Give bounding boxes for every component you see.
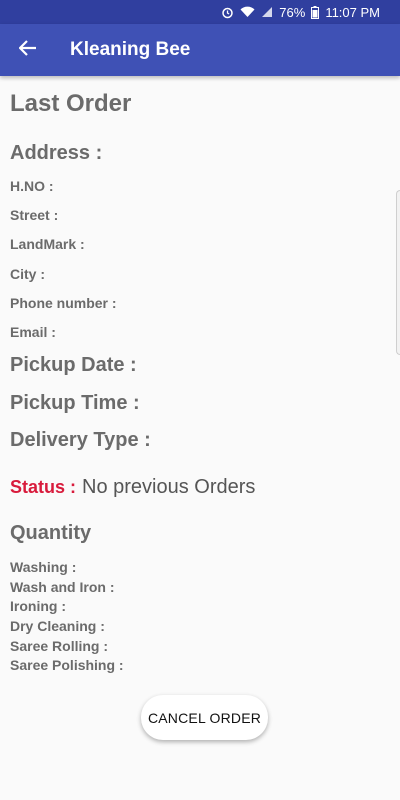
app-bar: Kleaning Bee: [0, 24, 400, 76]
signal-icon: [261, 6, 273, 18]
cancel-order-button[interactable]: CANCEL ORDER: [141, 695, 268, 740]
dry-cleaning-label: Dry Cleaning :: [10, 618, 105, 634]
wash-iron-label: Wash and Iron :: [10, 579, 115, 595]
app-title: Kleaning Bee: [70, 39, 191, 60]
delivery-type-label: Delivery Type :: [10, 429, 151, 451]
city-label: City :: [10, 266, 45, 282]
saree-rolling-label: Saree Rolling :: [10, 638, 109, 654]
street-label: Street :: [10, 207, 59, 223]
status-value: No previous Orders: [82, 476, 256, 498]
page-title: Last Order: [10, 90, 132, 117]
quantity-heading: Quantity: [10, 522, 92, 544]
status-bar: 76% 11:07 PM: [0, 0, 400, 24]
status-label: Status :: [10, 477, 77, 497]
hno-label: H.NO :: [10, 178, 54, 194]
ironing-label: Ironing :: [10, 598, 66, 614]
address-heading: Address :: [10, 142, 103, 164]
edge-panel-handle[interactable]: [396, 190, 400, 355]
pickup-date-label: Pickup Date :: [10, 354, 137, 376]
battery-percent: 76%: [279, 4, 306, 20]
back-button[interactable]: [0, 24, 56, 76]
wifi-icon: [240, 6, 255, 18]
alarm-icon: [221, 6, 234, 19]
battery-icon: [311, 5, 320, 19]
saree-polishing-label: Saree Polishing :: [10, 657, 124, 673]
status-row: Status : No previous Orders: [10, 476, 255, 499]
landmark-label: LandMark :: [10, 236, 85, 252]
clock-time: 11:07 PM: [325, 4, 380, 20]
pickup-time-label: Pickup Time :: [10, 392, 140, 414]
email-label: Email :: [10, 324, 56, 340]
washing-label: Washing :: [10, 559, 77, 575]
phone-label: Phone number :: [10, 295, 117, 311]
arrow-back-icon: [18, 39, 37, 61]
